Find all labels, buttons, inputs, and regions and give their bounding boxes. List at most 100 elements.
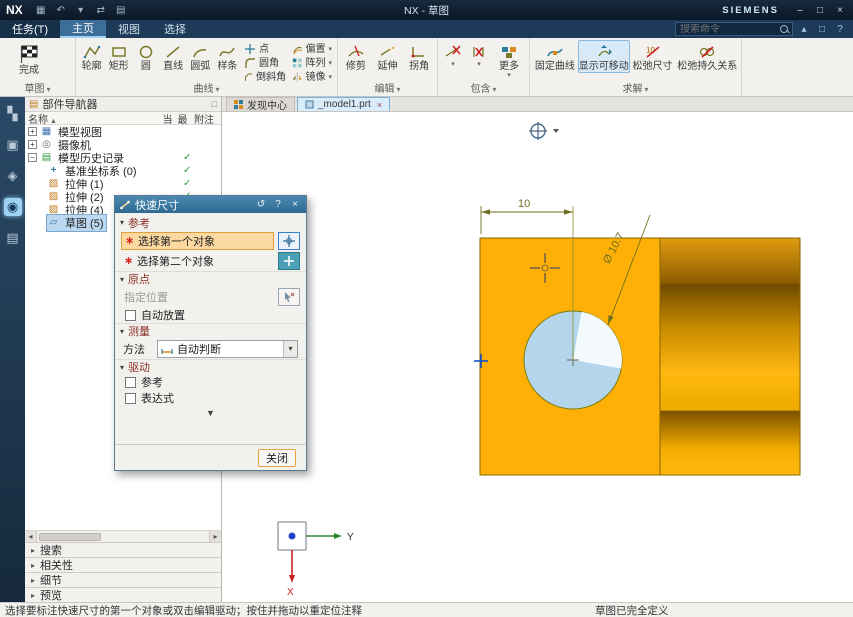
point-button[interactable]: 点 [241, 42, 289, 56]
section-reference[interactable]: ▾参考 [115, 215, 306, 230]
tab-view[interactable]: 视图 [106, 20, 152, 38]
group-label-include[interactable]: 包含▾ [438, 83, 529, 96]
expand-dialog-icon[interactable]: ▼ [115, 406, 306, 420]
profile-button[interactable]: 轮廓 [78, 40, 105, 73]
tab-model1-prt[interactable]: _model1.prt × [297, 97, 390, 111]
dropdown-caret-icon[interactable]: ▾ [283, 341, 297, 357]
reference-checkbox[interactable] [125, 377, 136, 388]
graphics-viewport[interactable]: 10 Ø 10.7 [222, 112, 853, 602]
dialog-title-bar[interactable]: 快速尺寸 ↺ ? × [115, 196, 306, 213]
reset-icon[interactable]: ↺ [255, 199, 267, 210]
auto-place-checkbox-row[interactable]: 自动放置 [125, 307, 296, 323]
line-button[interactable]: 直线 [160, 40, 187, 73]
maximize-button[interactable]: □ [811, 3, 829, 17]
command-search-input[interactable] [676, 24, 778, 35]
assembly-navigator-icon[interactable]: ▣ [4, 136, 22, 154]
search-icon[interactable] [778, 23, 790, 35]
select-second-object-row[interactable]: ∗ 选择第二个对象 [121, 252, 274, 270]
expression-checkbox-row[interactable]: 表达式 [125, 390, 296, 406]
offset-button[interactable]: 偏置 ▾ [289, 42, 335, 56]
csys-triad[interactable]: Y X [278, 522, 354, 598]
part-bottom-band-face[interactable] [660, 411, 800, 475]
panel-search[interactable]: ▸搜索 [25, 542, 221, 557]
task-flag-icon[interactable]: ▚ [4, 105, 22, 123]
show-movable-button[interactable]: 显示可移动 [578, 40, 630, 73]
arc-button[interactable]: 圆弧 [187, 40, 214, 73]
more-button[interactable]: 更多 ▾ [492, 40, 526, 80]
tab-discovery-center[interactable]: 发现中心 [226, 97, 295, 111]
fix-curve-button[interactable]: 固定曲线 [532, 40, 578, 73]
orient-view-widget[interactable] [529, 122, 559, 140]
select-first-object-button[interactable] [278, 232, 300, 250]
scroll-right-icon[interactable]: ▸ [209, 531, 221, 542]
panel-dependencies[interactable]: ▸相关性 [25, 557, 221, 572]
section-origin[interactable]: ▾原点 [115, 271, 306, 286]
group-label-curve[interactable]: 曲线▾ [76, 83, 337, 96]
mirror-button[interactable]: 镜像 ▾ [289, 70, 335, 84]
chamfer-button[interactable]: 倒斜角 [241, 70, 289, 84]
column-name[interactable]: 名称▲ [28, 111, 160, 126]
pattern-button[interactable]: 阵列 ▾ [289, 56, 335, 70]
width-dimension-text[interactable]: 10 [518, 198, 530, 210]
orient-caret-icon[interactable] [553, 129, 559, 133]
tab-home[interactable]: 主页 [60, 20, 106, 38]
column-comment[interactable]: 附注 [190, 111, 218, 126]
trim-button[interactable]: 修剪 [340, 40, 372, 73]
circle-button[interactable]: 圆 [132, 40, 159, 73]
auto-place-checkbox[interactable] [125, 310, 136, 321]
scroll-left-icon[interactable]: ◂ [25, 531, 37, 542]
tab-file[interactable]: 任务(T) [0, 20, 60, 38]
panel-preview[interactable]: ▸预览 [25, 587, 221, 602]
column-latest[interactable]: 最 [175, 111, 190, 126]
specify-location-button[interactable] [278, 288, 300, 306]
method-dropdown[interactable]: 自动判断 ▾ [157, 340, 298, 358]
set-symmetric-button[interactable]: ▾ [466, 40, 492, 69]
select-second-object-button[interactable] [278, 252, 300, 270]
spline-button[interactable]: 样条 [214, 40, 241, 73]
reference-checkbox-row[interactable]: 参考 [125, 374, 296, 390]
dialog-close-button[interactable]: 关闭 [258, 449, 296, 467]
section-driver[interactable]: ▾驱动 [115, 359, 306, 374]
expand-ribbon-icon[interactable]: ▴ [797, 24, 811, 35]
caret-icon[interactable]: ▾ [73, 3, 89, 17]
close-button[interactable]: × [831, 3, 849, 17]
dialog-close-icon[interactable]: × [289, 199, 301, 210]
dialog-help-icon[interactable]: ? [272, 199, 284, 210]
width-dimension[interactable]: 10 [481, 198, 573, 234]
fillet-button[interactable]: 圆角 [241, 56, 289, 70]
column-current[interactable]: 当 [160, 111, 175, 126]
group-label-sketch[interactable]: 草图▾ [0, 83, 75, 96]
window-icon[interactable]: ▦ [33, 3, 49, 17]
part-navigator-icon[interactable]: ◉ [4, 198, 22, 216]
constraint-navigator-icon[interactable]: ◈ [4, 167, 22, 185]
group-label-solve[interactable]: 求解▾ [530, 83, 741, 96]
corner-button[interactable]: 拐角 [403, 40, 435, 73]
relax-dimension-button[interactable]: 10 松弛尺寸 [630, 40, 676, 73]
navigator-hscrollbar[interactable]: ◂ ▸ [25, 530, 221, 542]
part-middle-band-face[interactable] [660, 284, 800, 411]
extend-button[interactable]: 延伸 [372, 40, 404, 73]
tab-selection[interactable]: 选择 [152, 20, 198, 38]
help-icon[interactable]: ? [833, 24, 847, 35]
finish-sketch-button[interactable]: 完成 [2, 40, 56, 77]
select-first-object-row[interactable]: ∗ 选择第一个对象 [121, 232, 274, 250]
undo-icon[interactable]: ↶ [53, 3, 69, 17]
reuse-library-icon[interactable]: ▤ [4, 229, 22, 247]
section-measure[interactable]: ▾测量 [115, 323, 306, 338]
part-top-band-face[interactable] [660, 238, 800, 284]
restore-layout-icon[interactable]: □ [815, 24, 829, 35]
expand-toggle[interactable]: + [28, 127, 37, 136]
relax-relations-button[interactable]: 松弛持久关系 [675, 40, 739, 73]
geometric-constraints-button[interactable]: ▾ [440, 40, 466, 69]
close-tab-icon[interactable]: × [377, 100, 382, 110]
switch-window-icon[interactable]: ⇄ [93, 3, 109, 17]
panel-details[interactable]: ▸细节 [25, 572, 221, 587]
expand-toggle[interactable]: − [28, 153, 37, 162]
group-label-edit[interactable]: 编辑▾ [338, 83, 437, 96]
expand-toggle[interactable]: + [28, 140, 37, 149]
scrollbar-thumb[interactable] [39, 533, 101, 541]
menu-icon[interactable]: ▤ [113, 3, 129, 17]
minimize-button[interactable]: – [791, 3, 809, 17]
rectangle-button[interactable]: 矩形 [105, 40, 132, 73]
expression-checkbox[interactable] [125, 393, 136, 404]
